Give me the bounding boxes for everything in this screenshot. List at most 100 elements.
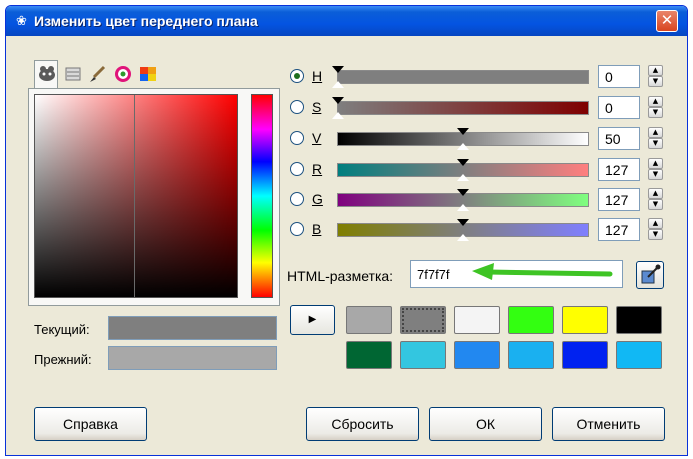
channel-spinner[interactable]: ▲ ▼ [648,188,663,211]
channel-row-v: V 50 ▲ ▼ [290,127,670,151]
channel-slider-g[interactable] [337,189,589,211]
spin-down-icon[interactable]: ▼ [648,76,663,87]
tab-color-wheel[interactable] [111,62,135,86]
channel-value-input[interactable]: 0 [598,65,640,88]
history-swatch[interactable] [562,341,608,369]
help-button[interactable]: Справка [34,407,147,441]
channel-row-h: H 0 ▲ ▼ [290,65,670,89]
channel-radio-r[interactable] [290,162,304,176]
history-swatch[interactable] [616,306,662,334]
crosshair-vertical [134,95,135,297]
spin-down-icon[interactable]: ▼ [648,107,663,118]
close-button[interactable]: ✕ [656,10,678,32]
channel-slider-b[interactable] [337,219,589,241]
previous-label: Прежний: [34,352,92,367]
annotation-arrow [472,263,613,280]
brush-icon [90,65,106,82]
spin-down-icon[interactable]: ▼ [648,229,663,240]
reset-button[interactable]: Сбросить [306,407,419,441]
slider-marker[interactable] [456,219,469,226]
channel-value-input[interactable]: 50 [598,127,640,150]
slider-marker[interactable] [457,128,469,135]
history-swatch[interactable] [562,306,608,334]
title-bar[interactable]: ❀ Изменить цвет переднего плана ✕ [6,6,687,36]
saturation-value-square[interactable] [34,94,238,298]
channel-spinner[interactable]: ▲ ▼ [648,218,663,241]
channel-row-r: R 127 ▲ ▼ [290,158,670,182]
channel-label: G [312,191,323,207]
palette-icon [140,67,156,81]
channel-row-s: S 0 ▲ ▼ [290,96,670,120]
eyedropper-button[interactable] [636,261,664,289]
channel-radio-g[interactable] [290,192,304,206]
spin-up-icon[interactable]: ▲ [648,127,663,138]
channel-radio-b[interactable] [290,222,304,236]
channel-label: B [312,221,322,237]
slider-marker[interactable] [332,97,344,104]
history-swatch[interactable] [454,341,500,369]
tab-palette[interactable] [136,62,160,86]
channel-label: R [312,161,323,177]
current-label: Текущий: [34,322,90,337]
window-title: Изменить цвет переднего плана [34,13,258,29]
current-color-swatch [108,316,277,340]
history-swatch[interactable] [400,306,446,334]
history-swatch[interactable] [508,341,554,369]
gimp-selector-icon [39,66,55,81]
slider-marker[interactable] [456,159,469,166]
spin-up-icon[interactable]: ▲ [648,188,663,199]
channel-value-input[interactable]: 127 [598,188,640,211]
html-notation-label: HTML-разметка: [287,268,394,284]
channel-spinner[interactable]: ▲ ▼ [648,158,663,181]
channel-radio-h[interactable] [290,69,304,83]
channel-radio-v[interactable] [290,131,304,145]
spin-down-icon[interactable]: ▼ [648,138,663,149]
history-swatch[interactable] [346,341,392,369]
channel-value-input[interactable]: 0 [598,96,640,119]
color-picker-panel [28,88,280,306]
history-swatch[interactable] [508,306,554,334]
channel-label: H [312,68,323,84]
slider-marker[interactable] [332,66,344,73]
channel-slider-h[interactable] [332,66,589,88]
history-swatch[interactable] [346,306,392,334]
channel-row-b: B 127 ▲ ▼ [290,218,670,242]
spin-down-icon[interactable]: ▼ [648,169,663,180]
tab-brush[interactable] [86,62,110,86]
scales-icon [65,67,81,81]
slider-marker-bottom [332,81,344,88]
channel-label: S [312,99,322,115]
channel-value-input[interactable]: 127 [598,158,640,181]
channel-row-g: G 127 ▲ ▼ [290,188,670,212]
slider-marker-bottom [456,204,469,211]
ok-button[interactable]: ОК [429,407,542,441]
channel-value-input[interactable]: 127 [598,218,640,241]
slider-marker-bottom [457,143,469,150]
channel-spinner[interactable]: ▲ ▼ [648,96,663,119]
spin-up-icon[interactable]: ▲ [648,96,663,107]
spin-up-icon[interactable]: ▲ [648,158,663,169]
tab-scales[interactable] [61,62,85,86]
channel-label: V [312,130,322,146]
previous-color-swatch[interactable] [108,346,277,370]
spin-up-icon[interactable]: ▲ [648,65,663,76]
history-swatch[interactable] [400,341,446,369]
channel-slider-s[interactable] [332,97,589,119]
cancel-button[interactable]: Отменить [552,407,665,441]
channel-spinner[interactable]: ▲ ▼ [648,65,663,88]
channel-radio-s[interactable] [290,100,304,114]
channel-slider-r[interactable] [337,159,589,181]
history-swatch[interactable] [616,341,662,369]
eyedropper-icon [641,264,661,284]
gimp-icon: ❀ [16,14,27,29]
history-add-button[interactable]: ▶ [290,305,335,335]
channel-slider-v[interactable] [337,128,589,150]
slider-marker-bottom [456,234,469,241]
spin-up-icon[interactable]: ▲ [648,218,663,229]
spin-down-icon[interactable]: ▼ [648,199,663,210]
channel-spinner[interactable]: ▲ ▼ [648,127,663,150]
hue-strip[interactable] [251,94,273,298]
tab-gimp-selector[interactable] [34,60,58,88]
history-swatch[interactable] [454,306,500,334]
slider-marker[interactable] [456,189,469,196]
